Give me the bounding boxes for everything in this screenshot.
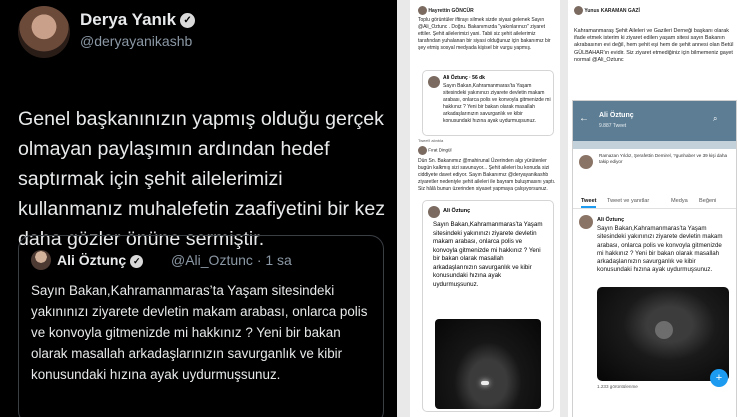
right-screenshot: Yunus KARAMAN GAZİ Kahramanmaraş Şehit A… — [568, 0, 740, 417]
quoted-tweet-text: Sayın Bakan,Kahramanmaras’ta Yaşam sites… — [31, 283, 368, 382]
profile-name: Ali Öztunç — [599, 112, 634, 119]
quoted-author-name[interactable]: Ali Öztunç ✓ — [57, 252, 144, 268]
verified-icon: ✓ — [180, 13, 196, 29]
right-intro-text: Kahramanmaraş Şehit Aileleri ve Gazileri… — [574, 28, 734, 63]
phone-screenshot: ← Ali Öztunç 9.887 Tweet ⌕ Ramazan Yıldı… — [572, 100, 737, 417]
profile-tweet-text: Sayın Bakan,Kahramanmaras’ta Yaşam sites… — [597, 225, 723, 274]
avatar — [428, 76, 440, 88]
search-icon: ⌕ — [713, 114, 718, 123]
views-count: 1.233 görüntülenme — [597, 384, 638, 389]
back-arrow-icon: ← — [579, 113, 589, 124]
tab-likes: Beğeni — [699, 198, 717, 204]
quoted-time: · 1 sa — [256, 252, 292, 268]
avatar — [579, 215, 593, 229]
middle-second-header: Fırat Dingül — [418, 146, 452, 155]
tab-media: Medya — [671, 198, 688, 204]
middle-quote-card: Ali Öztunç · 56 dk Sayın Bakan,Kahramanm… — [422, 70, 554, 136]
quoted-tweet[interactable]: Ali Öztunç ✓ @Ali_Oztunc · 1 sa Sayın Bak… — [18, 235, 384, 417]
quoted-handle-text: @Ali_Oztunc — [171, 252, 253, 268]
avatar — [418, 146, 427, 155]
main-tweet-panel: Derya Yanık ✓ @deryayanikashb Genel başka… — [0, 0, 397, 417]
author-name[interactable]: Derya Yanık ✓ — [80, 10, 196, 30]
author-name-text[interactable]: Derya Yanık — [80, 10, 176, 29]
middle-second-card-text: Sayın Bakan,Kahramanmaras’ta Yaşam sites… — [433, 221, 543, 288]
profile-tabs: Tweet Tweet ve yanıtlar Medya Beğeni — [573, 195, 736, 209]
tab-tweet: Tweet — [581, 198, 597, 208]
profile-tweet-count: 9.887 Tweet — [599, 123, 627, 129]
middle-separator: Tweet'i alıntıla — [418, 138, 444, 143]
compose-icon: + — [710, 369, 728, 387]
middle-screenshot: Hayrettin GÖNCÜR Toplu görüntüler iftira… — [410, 0, 560, 417]
profile-header-bar: ← Ali Öztunç 9.887 Tweet ⌕ — [573, 101, 736, 141]
middle-second-text: Dün Sn. Bakanımız @mahirunal Üzerinden a… — [418, 158, 556, 192]
avatar — [428, 206, 440, 218]
middle-second-card: Ali Öztunç Sayın Bakan,Kahramanmaras’ta … — [422, 200, 554, 412]
profile-banner-strip — [573, 141, 736, 149]
middle-header: Hayrettin GÖNCÜR — [418, 6, 474, 15]
middle-header-name: Hayrettin GÖNCÜR — [428, 7, 474, 14]
author-handle[interactable]: @deryayanikashb — [80, 33, 192, 49]
middle-intro-text: Toplu görüntüler iftirayı silmek sizde s… — [418, 17, 551, 51]
quoted-author-handle[interactable]: @Ali_Oztunc · 1 sa — [171, 252, 292, 268]
avatar — [418, 6, 427, 15]
quoted-author-avatar[interactable] — [31, 250, 51, 270]
quoted-author-name-text[interactable]: Ali Öztunç — [57, 252, 126, 268]
profile-tweet-author: Ali Öztunç — [597, 217, 625, 223]
right-header: Yunus KARAMAN GAZİ — [574, 6, 640, 15]
tab-tweet-replies: Tweet ve yanıtlar — [607, 198, 650, 204]
right-header-name: Yunus KARAMAN GAZİ — [584, 7, 640, 14]
video-thumbnail — [597, 287, 729, 381]
author-avatar[interactable] — [18, 6, 70, 58]
middle-quote-text: Sayın Bakan,Kahramanmaras’ta Yaşam sites… — [443, 83, 551, 124]
video-thumbnail — [435, 319, 541, 409]
followers-info-text: Ramazan Yıldız, Şerafettin Demirel, ?gun… — [599, 153, 728, 164]
followers-info: Ramazan Yıldız, Şerafettin Demirel, ?gun… — [573, 149, 736, 191]
verified-icon: ✓ — [130, 254, 144, 268]
middle-quote-author: Ali Öztunç · 56 dk — [443, 75, 485, 81]
middle-second-header-name: Fırat Dingül — [428, 147, 452, 153]
avatar — [579, 155, 593, 169]
tweet-text: Genel başkanınızın yapmış olduğu gerçek … — [18, 108, 386, 250]
middle-second-card-author: Ali Öztunç — [443, 208, 471, 214]
avatar — [574, 6, 583, 15]
play-icon — [655, 321, 673, 339]
